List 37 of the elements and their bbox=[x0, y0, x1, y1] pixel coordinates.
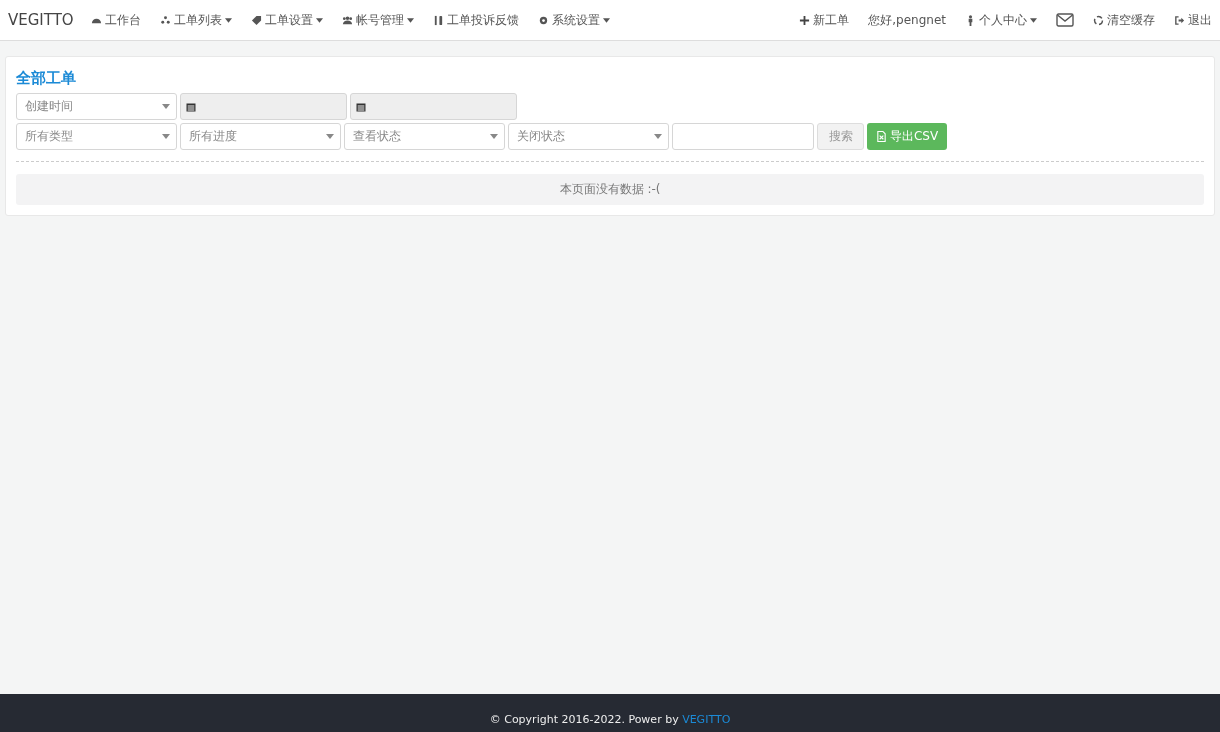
caret-icon bbox=[162, 134, 170, 139]
filter-select[interactable]: 所有类型 bbox=[16, 123, 177, 150]
caret-icon bbox=[490, 134, 498, 139]
copyright-text: © Copyright 2016-2022. Power by VEGITTO bbox=[489, 713, 731, 726]
nav-link[interactable]: 工单设置 bbox=[250, 11, 323, 29]
users-icon bbox=[341, 14, 353, 26]
search-field[interactable] bbox=[672, 123, 814, 150]
panel-title: 全部工单 bbox=[16, 69, 77, 88]
brand-logo[interactable]: VEGITTO bbox=[8, 11, 74, 29]
nav-link[interactable]: 工作台 bbox=[90, 11, 141, 29]
vegitto-link[interactable]: VEGITTO bbox=[682, 713, 731, 726]
caret-icon bbox=[326, 134, 334, 139]
nav-link[interactable]: 工单投诉反馈 bbox=[432, 11, 519, 29]
plus-icon bbox=[799, 14, 811, 26]
logout-link[interactable]: 退出 bbox=[1174, 11, 1212, 29]
time-select[interactable]: 创建时间 bbox=[16, 93, 177, 120]
calendar-icon bbox=[356, 101, 366, 112]
date-field[interactable] bbox=[350, 93, 517, 120]
empty-message: 本页面没有数据 :-( bbox=[16, 174, 1204, 205]
greeting-text: 您好,pengnet bbox=[868, 11, 946, 29]
caret-icon bbox=[162, 104, 170, 109]
filter-select[interactable]: 关闭状态 bbox=[508, 123, 669, 150]
file-icon bbox=[875, 131, 887, 142]
caret-icon bbox=[654, 134, 662, 139]
date-field[interactable] bbox=[180, 93, 347, 120]
filter-select[interactable]: 查看状态 bbox=[344, 123, 505, 150]
tag-icon bbox=[250, 14, 262, 26]
nav-link[interactable]: 系统设置 bbox=[537, 11, 610, 29]
nav-link[interactable]: 帐号管理 bbox=[341, 11, 414, 29]
mail-icon[interactable] bbox=[1056, 13, 1074, 27]
profile-link[interactable]: 个人中心 bbox=[965, 11, 1037, 29]
clear-cache-link[interactable]: 清空缓存 bbox=[1093, 11, 1155, 29]
new-ticket-link[interactable]: 新工单 bbox=[799, 11, 850, 29]
filter-select[interactable]: 所有进度 bbox=[180, 123, 341, 150]
sign-out-icon bbox=[1174, 14, 1185, 26]
calendar-icon bbox=[186, 101, 196, 112]
nav-link[interactable]: 工单列表 bbox=[159, 11, 232, 29]
